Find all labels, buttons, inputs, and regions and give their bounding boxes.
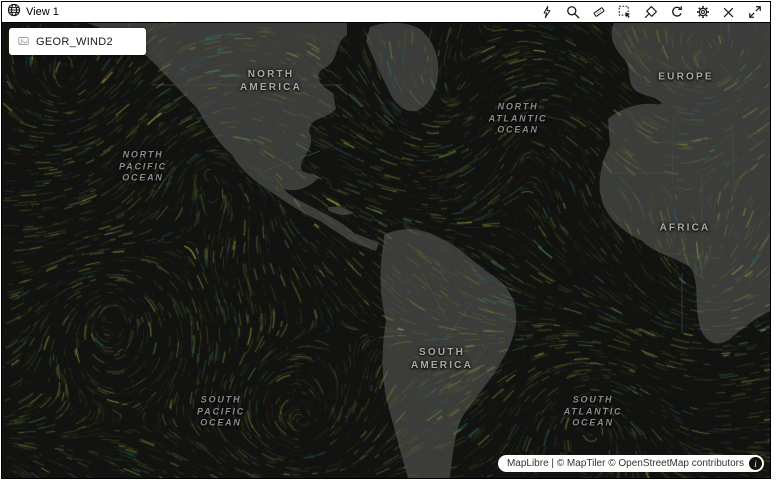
attribution-info-button[interactable]: i (749, 457, 762, 470)
layer-item-geor-wind2[interactable]: GEOR_WIND2 (9, 28, 146, 55)
expand-icon (748, 5, 762, 19)
search-tool-button[interactable] (565, 5, 580, 20)
view-title: View 1 (26, 6, 59, 18)
gear-icon (696, 5, 710, 19)
settings-tool-button[interactable] (695, 5, 710, 20)
info-icon: i (754, 459, 757, 469)
layer-item-label: GEOR_WIND2 (36, 36, 113, 48)
layer-icon (18, 33, 29, 51)
window-header: View 1 (2, 2, 770, 23)
attribution-text: MapLibre | © MapTiler © OpenStreetMap co… (507, 458, 744, 469)
eraser-icon (644, 5, 658, 19)
flash-tool-button[interactable] (539, 5, 554, 20)
map-attribution: MapLibre | © MapTiler © OpenStreetMap co… (498, 455, 764, 472)
refresh-icon (670, 5, 684, 19)
wind-streamlines-canvas (2, 23, 770, 478)
search-icon (566, 5, 580, 19)
layers-panel: GEOR_WIND2 (9, 28, 146, 55)
close-button[interactable] (721, 5, 736, 20)
box-select-tool-button[interactable] (617, 5, 632, 20)
fullscreen-button[interactable] (747, 5, 762, 20)
eraser-tool-button[interactable] (643, 5, 658, 20)
refresh-tool-button[interactable] (669, 5, 684, 20)
lightning-icon (540, 5, 553, 19)
globe-icon (7, 3, 21, 22)
toolbar (539, 5, 765, 20)
measure-tool-button[interactable] (591, 5, 606, 20)
map-viewport[interactable]: NORTH AMERICAEUROPEAFRICASOUTH AMERICANO… (2, 23, 770, 478)
close-icon (722, 6, 735, 19)
map-view-window: View 1 (1, 1, 771, 479)
ruler-icon (592, 5, 606, 19)
box-select-icon (618, 5, 632, 19)
